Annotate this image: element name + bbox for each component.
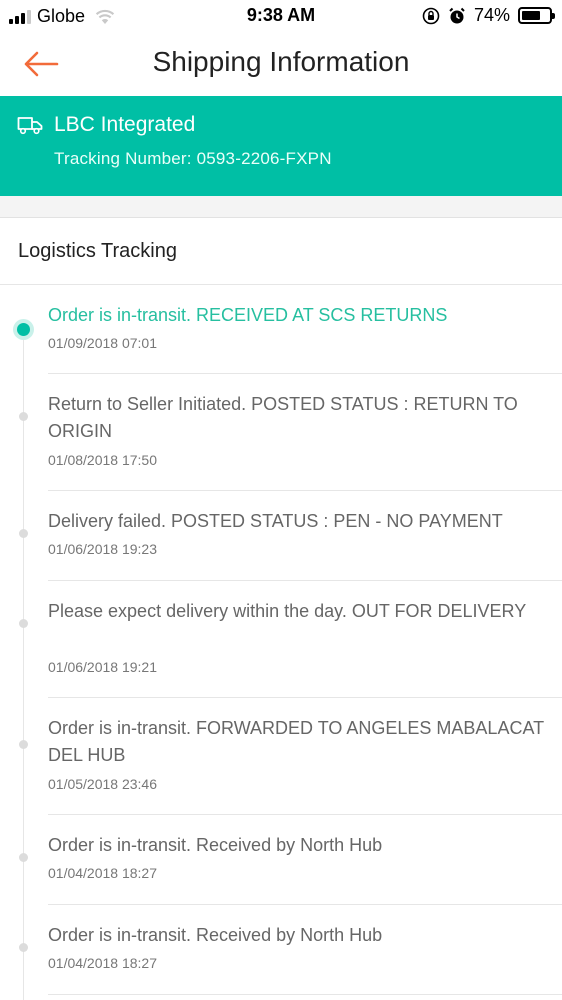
timeline-dot bbox=[19, 619, 28, 628]
timeline-dot bbox=[19, 412, 28, 421]
tracking-event: Return to Seller Initiated. POSTED STATU… bbox=[0, 374, 562, 491]
nav-bar: Shipping Information bbox=[0, 32, 562, 96]
event-description: Order is in-transit. Received by North H… bbox=[48, 925, 383, 945]
tracking-timeline: Order is in-transit. RECEIVED AT SCS RET… bbox=[0, 285, 562, 1000]
status-bar: Globe 9:38 AM 74% bbox=[0, 0, 562, 32]
event-description: Order is in-transit. Received by North H… bbox=[48, 835, 383, 855]
section-title: Logistics Tracking bbox=[18, 240, 177, 262]
tracking-event: Please expect delivery within the day. O… bbox=[0, 581, 562, 698]
timeline-dot-active bbox=[17, 323, 30, 336]
timeline-dot bbox=[19, 529, 28, 538]
event-timestamp: 01/04/2018 18:27 bbox=[48, 865, 157, 881]
event-description: Please expect delivery within the day. O… bbox=[48, 601, 527, 621]
timeline-dot bbox=[19, 853, 28, 862]
status-bar-right: 74% bbox=[422, 5, 555, 26]
event-timestamp: 01/04/2018 18:27 bbox=[48, 955, 157, 971]
truck-icon bbox=[17, 117, 43, 135]
battery-fill bbox=[522, 11, 541, 20]
tracking-event: Order is in-transit. Received by North H… bbox=[0, 815, 562, 905]
event-description: Order is in-transit. FORWARDED TO ANGELE… bbox=[48, 718, 544, 765]
event-description: Order is in-transit. RECEIVED AT SCS RET… bbox=[48, 305, 448, 325]
carrier-name-label: LBC Integrated bbox=[54, 113, 196, 136]
orientation-lock-icon bbox=[422, 7, 440, 24]
event-timestamp: 01/09/2018 07:01 bbox=[48, 335, 157, 351]
event-timestamp: 01/06/2018 19:21 bbox=[48, 659, 157, 675]
event-description: Return to Seller Initiated. POSTED STATU… bbox=[48, 394, 518, 441]
event-timestamp: 01/06/2018 19:23 bbox=[48, 541, 157, 557]
tracking-event: Order is in-transit. Received by North H… bbox=[0, 905, 562, 995]
event-description: Delivery failed. POSTED STATUS : PEN - N… bbox=[48, 511, 503, 531]
event-timestamp: 01/08/2018 17:50 bbox=[48, 452, 157, 468]
event-timestamp: 01/05/2018 23:46 bbox=[48, 776, 157, 792]
carrier-banner: LBC Integrated Tracking Number: 0593-220… bbox=[0, 96, 562, 196]
tracking-number: Tracking Number: 0593-2206-FXPN bbox=[54, 149, 332, 168]
page-title: Shipping Information bbox=[152, 46, 410, 77]
tracking-event: Order is in-transit. RECEIVED AT SCS RET… bbox=[0, 285, 562, 374]
tracking-event: Delivery failed. POSTED STATUS : PEN - N… bbox=[0, 491, 562, 581]
battery-percent: 74% bbox=[473, 5, 510, 25]
section-divider bbox=[0, 196, 562, 218]
battery-icon bbox=[518, 7, 555, 24]
logistics-tracking-header: Logistics Tracking bbox=[0, 218, 562, 285]
tracking-event: Order is in-transit. FORWARDED TO ANGELE… bbox=[0, 698, 562, 815]
event-divider bbox=[48, 994, 562, 995]
timeline-dot bbox=[19, 740, 28, 749]
timeline-dot bbox=[19, 943, 28, 952]
alarm-icon bbox=[449, 7, 465, 23]
